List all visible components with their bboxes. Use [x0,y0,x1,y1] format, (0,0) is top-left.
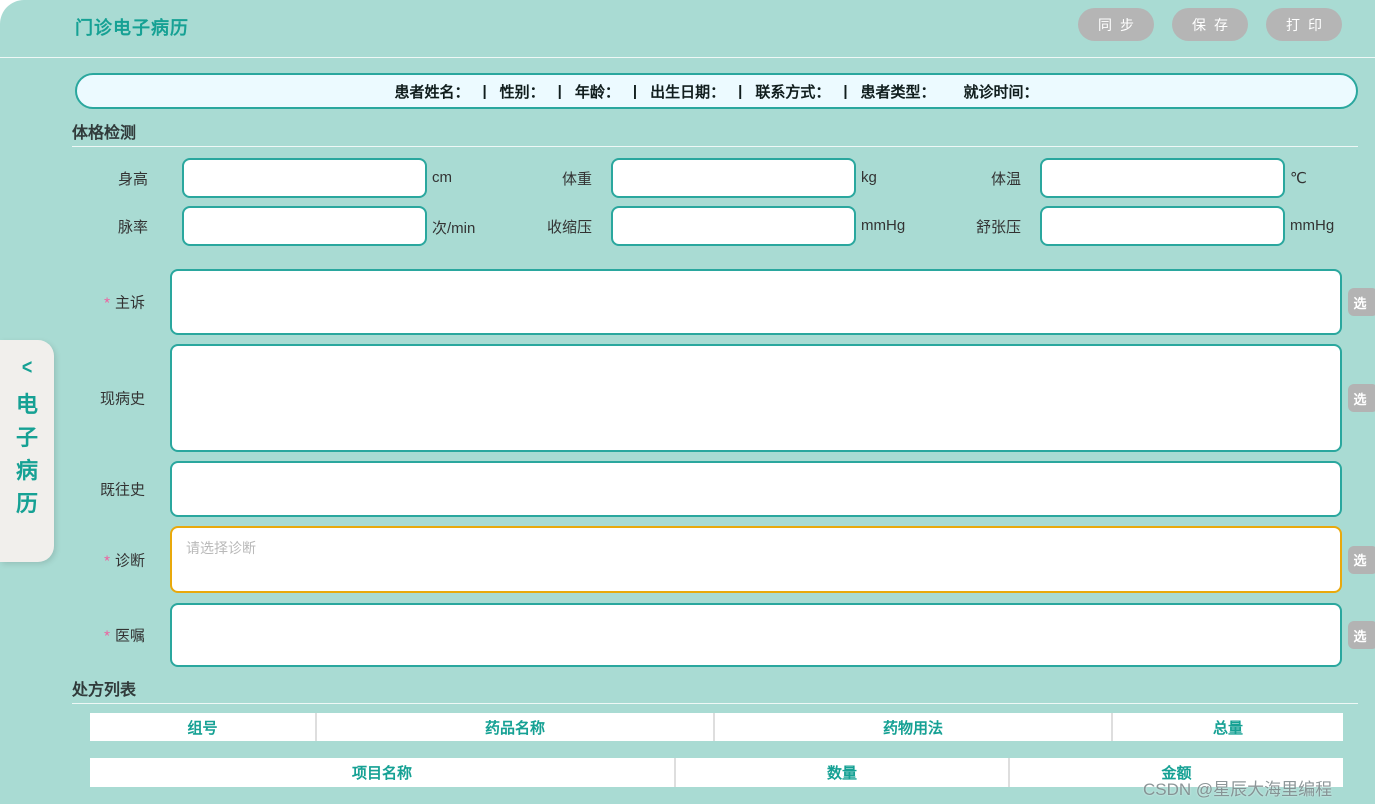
patient-field: 患者类型： [860,83,936,101]
chief-complaint-textarea[interactable] [170,269,1342,335]
side-tab-label-char: 电 [15,392,38,417]
unit-label: ℃ [1290,170,1307,187]
select-button-chief-complaint[interactable]: 选 [1348,288,1375,316]
form-row-diagnosis: *诊断 选 [0,526,1375,593]
app-background: 门诊电子病历 同步 保存 打印 患者姓名： | 性别： | 年龄： | 出生日期： | 联系方式： |… [0,0,1375,804]
form-row-present-illness: 现病史 选 [0,344,1375,452]
form-row-chief-complaint: * 主诉 选 [0,269,1375,335]
field-separator: | [482,82,487,100]
section-divider [72,146,1358,147]
field-separator: | [843,82,848,100]
column-header: 药品名称 [317,713,715,741]
side-tab-label-char: 病 [15,458,38,483]
unit-label: mmHg [1290,217,1335,234]
save-button[interactable]: 保存 [1172,8,1248,41]
section-title-physical-exam: 体格检测 [72,125,137,142]
weight-input[interactable] [611,158,856,198]
patient-field: 患者姓名： [394,83,470,101]
systolic-pressure-input[interactable] [611,206,856,246]
section-title-prescription: 处方列表 [72,682,137,699]
pulse-input[interactable] [182,206,427,246]
select-button-medical-advice[interactable]: 选 [1348,621,1375,649]
field-label-present-illness: 现病史 [99,390,145,408]
patient-field: 就诊时间： [963,83,1039,101]
field-label-diagnosis: * 诊断 [104,552,145,569]
required-marker: * [104,627,110,645]
vital-label: 体重 [561,171,592,188]
side-tab-emr[interactable]: < 电子病历 [0,340,54,562]
vital-label: 舒张压 [975,219,1021,236]
column-header: 项目名称 [90,758,676,787]
header-buttons: 同步 保存 打印 [1078,8,1342,41]
form-row-medical-advice: * 医嘱 选 [0,603,1375,667]
select-button-present-illness[interactable]: 选 [1348,384,1375,412]
side-tab-label-char: 历 [15,491,38,516]
diagnosis-textarea[interactable] [170,526,1342,593]
unit-label: kg [861,169,877,186]
required-marker: * [104,552,110,569]
patient-field: 联系方式： [755,83,831,101]
vital-label: 脉率 [117,219,148,236]
form-row-past-history: 既往史 [0,461,1375,517]
print-button[interactable]: 打印 [1266,8,1342,41]
unit-label: cm [432,169,452,186]
sync-button[interactable]: 同步 [1078,8,1154,41]
collapse-left-icon[interactable]: < [22,352,32,388]
patient-field: 性别： [499,83,545,101]
side-tab-label-char: 子 [15,425,38,450]
prescription-table-header: 组号 药品名称 药物用法 总量 [90,713,1343,741]
field-label-medical-advice: * 医嘱 [104,627,145,645]
medical-advice-textarea[interactable] [170,603,1342,667]
vital-label: 收缩压 [546,219,592,236]
column-header: 总量 [1212,719,1243,737]
field-label-chief-complaint: * 主诉 [104,294,145,312]
field-separator: | [557,82,562,100]
watermark: CSDN @星辰大海里编程 [1143,780,1333,799]
vital-label: 体温 [990,171,1021,188]
field-label-past-history: 既往史 [99,481,145,499]
height-input[interactable] [182,158,427,198]
diastolic-pressure-input[interactable] [1040,206,1285,246]
page-title: 门诊电子病历 [75,18,189,38]
required-marker: * [104,294,110,312]
temperature-input[interactable] [1040,158,1285,198]
patient-field: 年龄： [574,83,620,101]
patient-field: 出生日期： [650,83,726,101]
header-divider [0,57,1375,58]
patient-info-bar: 患者姓名： | 性别： | 年龄： | 出生日期： | 联系方式： | 患者类型： 就诊时间： [75,73,1358,109]
past-history-textarea[interactable] [170,461,1342,517]
column-header: 药物用法 [715,713,1113,741]
vital-label: 身高 [117,171,148,188]
section-divider [72,703,1358,704]
present-illness-textarea[interactable] [170,344,1342,452]
field-separator: | [738,82,743,100]
column-header: 数量 [676,758,1010,787]
field-separator: | [632,82,638,100]
column-header: 组号 [90,713,317,741]
select-button-diagnosis[interactable]: 选 [1348,545,1375,574]
